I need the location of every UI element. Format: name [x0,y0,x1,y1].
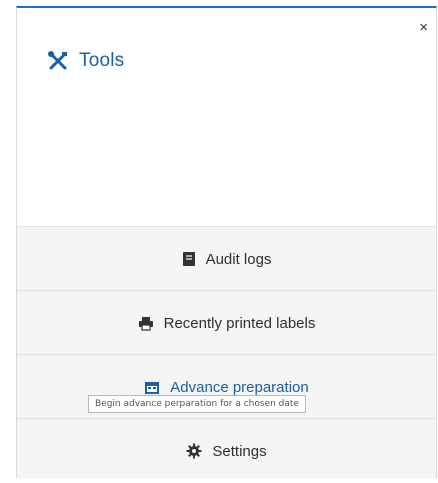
advance-preparation-tooltip: Begin advance perparation for a chosen d… [88,395,306,413]
tool-item-label: Audit logs [205,250,272,268]
close-button[interactable]: × [419,20,428,35]
tool-item-audit-logs[interactable]: Audit logs [17,226,436,291]
tool-item-label: Settings [212,442,267,460]
tool-item-settings[interactable]: Settings [17,418,436,483]
tool-item-label: Recently printed labels [163,314,316,332]
panel-header: Tools [47,50,124,72]
calendar-icon [144,380,160,395]
gear-icon [186,443,202,459]
tools-icon [47,50,69,72]
book-icon [182,251,196,267]
tool-item-recently-printed-labels[interactable]: Recently printed labels [17,290,436,355]
printer-icon [138,316,154,331]
panel-title: Tools [79,50,125,71]
tool-item-label: Advance preparation [170,378,309,396]
tools-list: Audit logs Recently printed labels Advan… [17,226,436,478]
